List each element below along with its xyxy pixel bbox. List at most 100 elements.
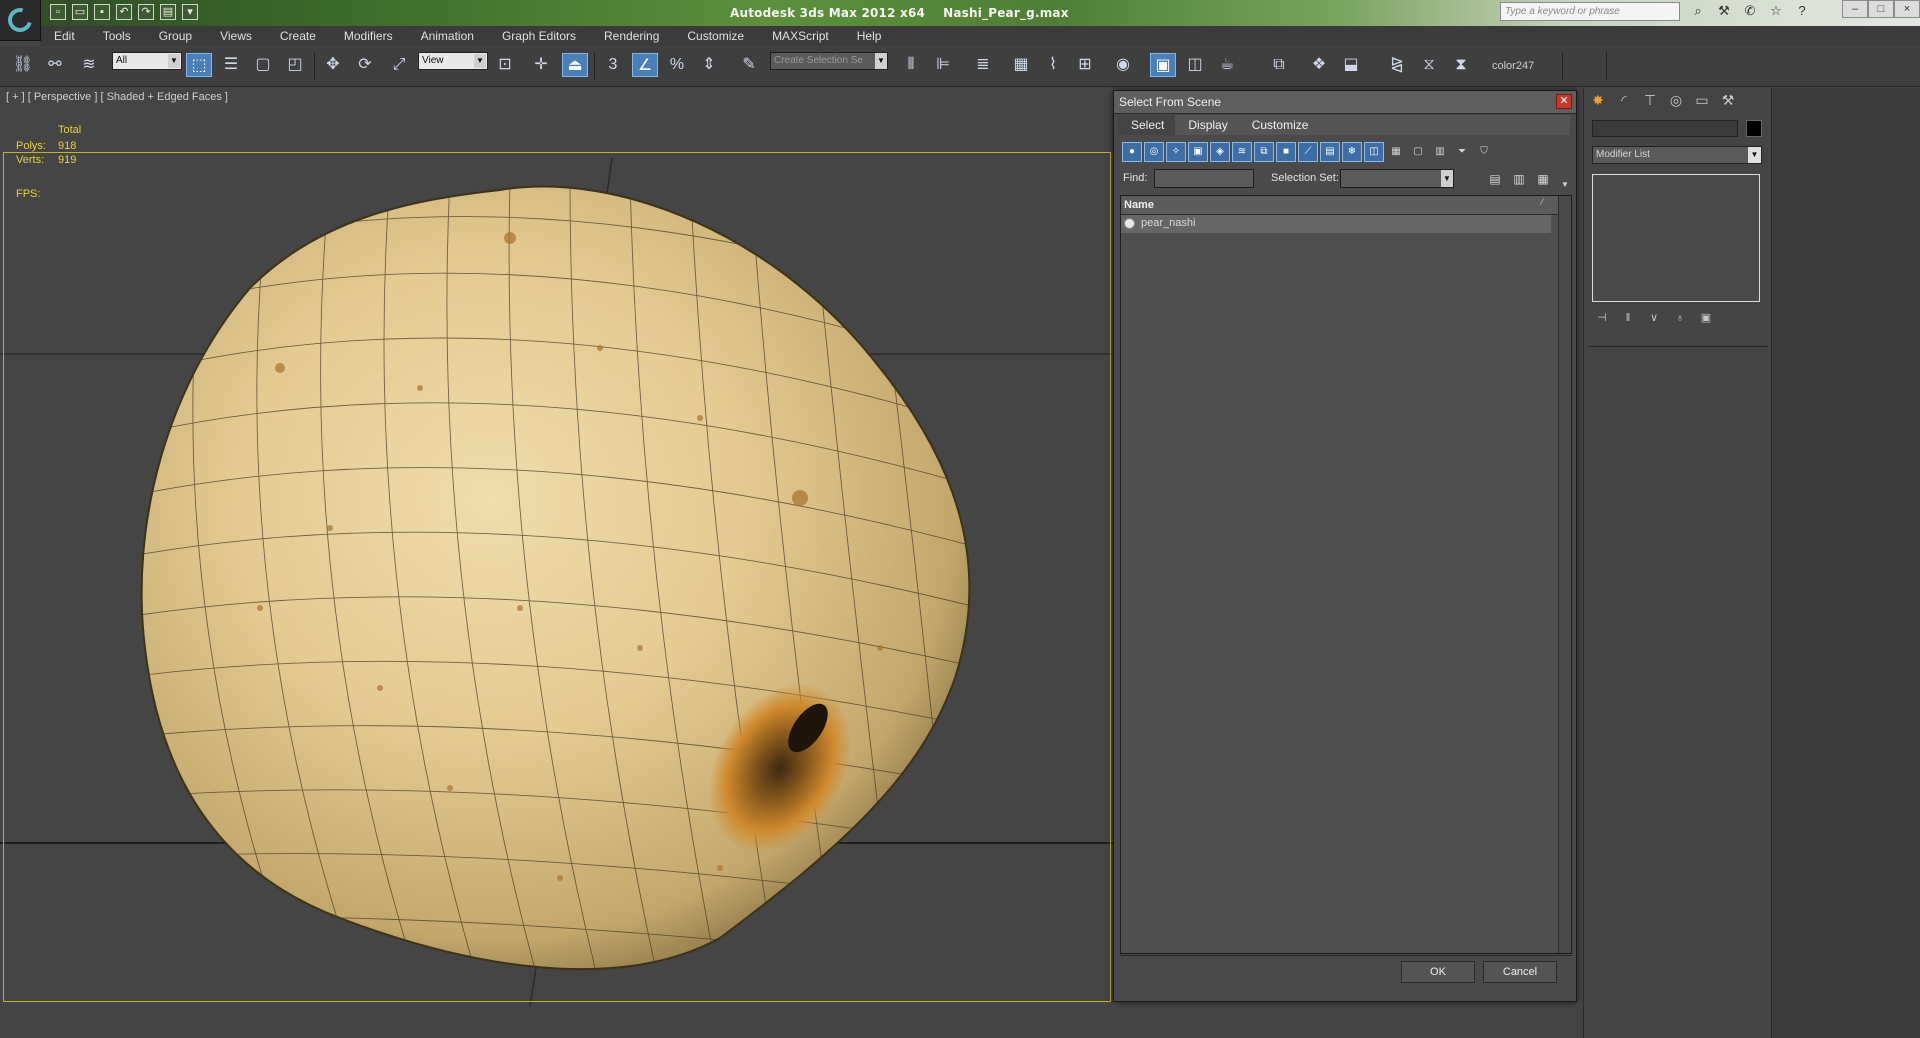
script-tool-1-icon[interactable]: ⧉: [1266, 53, 1292, 77]
script-tool-2-icon[interactable]: ❖: [1306, 53, 1332, 77]
perspective-viewport[interactable]: [ + ] [ Perspective ] [ Shaded + Edged F…: [0, 88, 1113, 1006]
modify-tab-icon[interactable]: ◜: [1614, 90, 1634, 110]
display-none-icon[interactable]: ▢: [1408, 142, 1428, 162]
open-file-icon[interactable]: ▭: [72, 4, 88, 20]
utilities-tab-icon[interactable]: ⚒: [1718, 90, 1738, 110]
curve-editor-icon[interactable]: ⌇: [1040, 53, 1066, 77]
project-folder-icon[interactable]: ▤: [160, 4, 176, 20]
schematic-view-icon[interactable]: ⊞: [1072, 53, 1098, 77]
edit-named-selection-icon[interactable]: ✎: [736, 53, 762, 77]
pear-model[interactable]: [120, 178, 980, 988]
object-name-field[interactable]: [1592, 120, 1738, 137]
display-containers-icon[interactable]: ▤: [1320, 142, 1340, 162]
display-invert-icon[interactable]: ▥: [1430, 142, 1450, 162]
selection-set-dropdown[interactable]: ▼: [1340, 169, 1454, 188]
viewport-label-menu[interactable]: [ + ] [ Perspective ] [ Shaded + Edged F…: [6, 91, 228, 103]
remove-selection-set-icon[interactable]: ▦: [1534, 170, 1552, 188]
hierarchy-tab-icon[interactable]: ⊤: [1640, 90, 1660, 110]
column-header-name[interactable]: Name ⁄: [1121, 196, 1565, 215]
mirror-icon[interactable]: ⫴: [898, 53, 924, 77]
maximize-button[interactable]: □: [1868, 0, 1894, 18]
binoculars-icon[interactable]: ⌕: [1690, 3, 1706, 19]
select-object-icon[interactable]: ⬚: [186, 53, 212, 77]
list-item[interactable]: pear_nashi: [1121, 215, 1551, 233]
modifier-list-dropdown[interactable]: Modifier List ▼: [1592, 146, 1762, 164]
display-lights-icon[interactable]: ✧: [1166, 142, 1186, 162]
show-end-result-icon[interactable]: ‖: [1620, 310, 1636, 326]
dialog-menu-display[interactable]: Display: [1175, 115, 1238, 135]
display-frozen-icon[interactable]: ❄: [1342, 142, 1362, 162]
create-selection-set-icon[interactable]: ▤: [1486, 170, 1504, 188]
quick-access-dropdown-icon[interactable]: ▾: [182, 4, 198, 20]
ok-button[interactable]: OK: [1401, 961, 1475, 983]
menu-maxscript[interactable]: MAXScript: [758, 26, 843, 46]
minimize-button[interactable]: –: [1842, 0, 1868, 18]
display-xrefs-icon[interactable]: ■: [1276, 142, 1296, 162]
dialog-title-bar[interactable]: Select From Scene ✕: [1114, 91, 1576, 114]
help-search-input[interactable]: Type a keyword or phrase: [1500, 2, 1680, 21]
display-helpers-icon[interactable]: ◈: [1210, 142, 1230, 162]
graphite-modeling-tools-icon[interactable]: ▦: [1008, 53, 1034, 77]
dialog-menu-customize[interactable]: Customize: [1239, 115, 1320, 135]
rendered-frame-window-icon[interactable]: ◫: [1182, 53, 1208, 77]
menu-customize[interactable]: Customize: [673, 26, 758, 46]
render-setup-icon[interactable]: ▣: [1150, 53, 1176, 77]
snaps-toggle-icon[interactable]: 3: [600, 53, 626, 77]
make-unique-icon[interactable]: ∨: [1646, 310, 1662, 326]
window-crossing-icon[interactable]: ◰: [282, 53, 308, 77]
layer-manager-icon[interactable]: ≣: [970, 53, 996, 77]
select-manipulate-icon[interactable]: ✛: [528, 53, 554, 77]
list-vertical-scrollbar[interactable]: [1558, 196, 1571, 953]
display-tab-icon[interactable]: ▭: [1692, 90, 1712, 110]
display-geometry-icon[interactable]: ●: [1122, 142, 1142, 162]
menu-graph-editors[interactable]: Graph Editors: [488, 26, 590, 46]
cancel-button[interactable]: Cancel: [1483, 961, 1557, 983]
communication-center-icon[interactable]: ✆: [1742, 3, 1758, 19]
select-and-link-icon[interactable]: ⛓: [10, 53, 36, 77]
pivot-center-icon[interactable]: ⊡: [492, 53, 518, 77]
align-icon[interactable]: ⊫: [930, 53, 956, 77]
select-and-move-icon[interactable]: ✥: [320, 53, 346, 77]
script-tool-4-icon[interactable]: ⧎: [1384, 53, 1410, 77]
menu-rendering[interactable]: Rendering: [590, 26, 673, 46]
render-production-icon[interactable]: ☕: [1214, 53, 1240, 77]
close-dialog-button[interactable]: ✕: [1556, 94, 1572, 109]
named-selection-sets-input[interactable]: Create Selection Se ▼: [770, 52, 888, 70]
angle-snap-icon[interactable]: ∠: [632, 53, 658, 77]
script-tool-3-icon[interactable]: ⬓: [1338, 53, 1364, 77]
configure-modifier-sets-icon[interactable]: ▣: [1698, 310, 1714, 326]
close-window-button[interactable]: ×: [1894, 0, 1920, 18]
chevron-down-icon[interactable]: ▼: [1556, 176, 1574, 194]
display-cameras-icon[interactable]: ▣: [1188, 142, 1208, 162]
object-color-swatch[interactable]: [1746, 120, 1762, 137]
save-icon[interactable]: ▪: [94, 4, 110, 20]
bind-space-warp-icon[interactable]: ≋: [76, 53, 102, 77]
rectangular-selection-icon[interactable]: ▢: [250, 53, 276, 77]
modifier-stack[interactable]: [1592, 174, 1760, 302]
display-shapes-icon[interactable]: ◎: [1144, 142, 1164, 162]
spinner-snap-icon[interactable]: ⇕: [696, 53, 722, 77]
menu-tools[interactable]: Tools: [89, 26, 145, 46]
menu-edit[interactable]: Edit: [40, 26, 89, 46]
script-tool-5-icon[interactable]: ⧖: [1416, 53, 1442, 77]
percent-snap-icon[interactable]: %: [664, 53, 690, 77]
unlink-icon[interactable]: ⚯: [42, 53, 68, 77]
menu-modifiers[interactable]: Modifiers: [330, 26, 407, 46]
filter-icon[interactable]: ⏷: [1452, 142, 1472, 162]
reference-coordinate-dropdown[interactable]: View ▼: [418, 52, 488, 70]
favorites-star-icon[interactable]: ☆: [1768, 3, 1784, 19]
script-tool-6-icon[interactable]: ⧗: [1448, 53, 1474, 77]
pin-stack-icon[interactable]: ⊣: [1594, 310, 1610, 326]
filter-options-icon[interactable]: ⛉: [1474, 142, 1494, 162]
dialog-menu-select[interactable]: Select: [1118, 115, 1176, 135]
menu-views[interactable]: Views: [206, 26, 266, 46]
motion-tab-icon[interactable]: ◎: [1666, 90, 1686, 110]
menu-group[interactable]: Group: [145, 26, 206, 46]
subscription-icon[interactable]: ⚒: [1716, 3, 1732, 19]
display-hidden-icon[interactable]: ◫: [1364, 142, 1384, 162]
keyboard-shortcut-override-icon[interactable]: ⏏: [562, 53, 588, 77]
select-by-name-icon[interactable]: ☰: [218, 53, 244, 77]
remove-modifier-icon[interactable]: ♁: [1672, 310, 1688, 326]
select-and-scale-icon[interactable]: ⤢: [386, 53, 412, 77]
create-tab-icon[interactable]: ✸: [1588, 90, 1608, 110]
